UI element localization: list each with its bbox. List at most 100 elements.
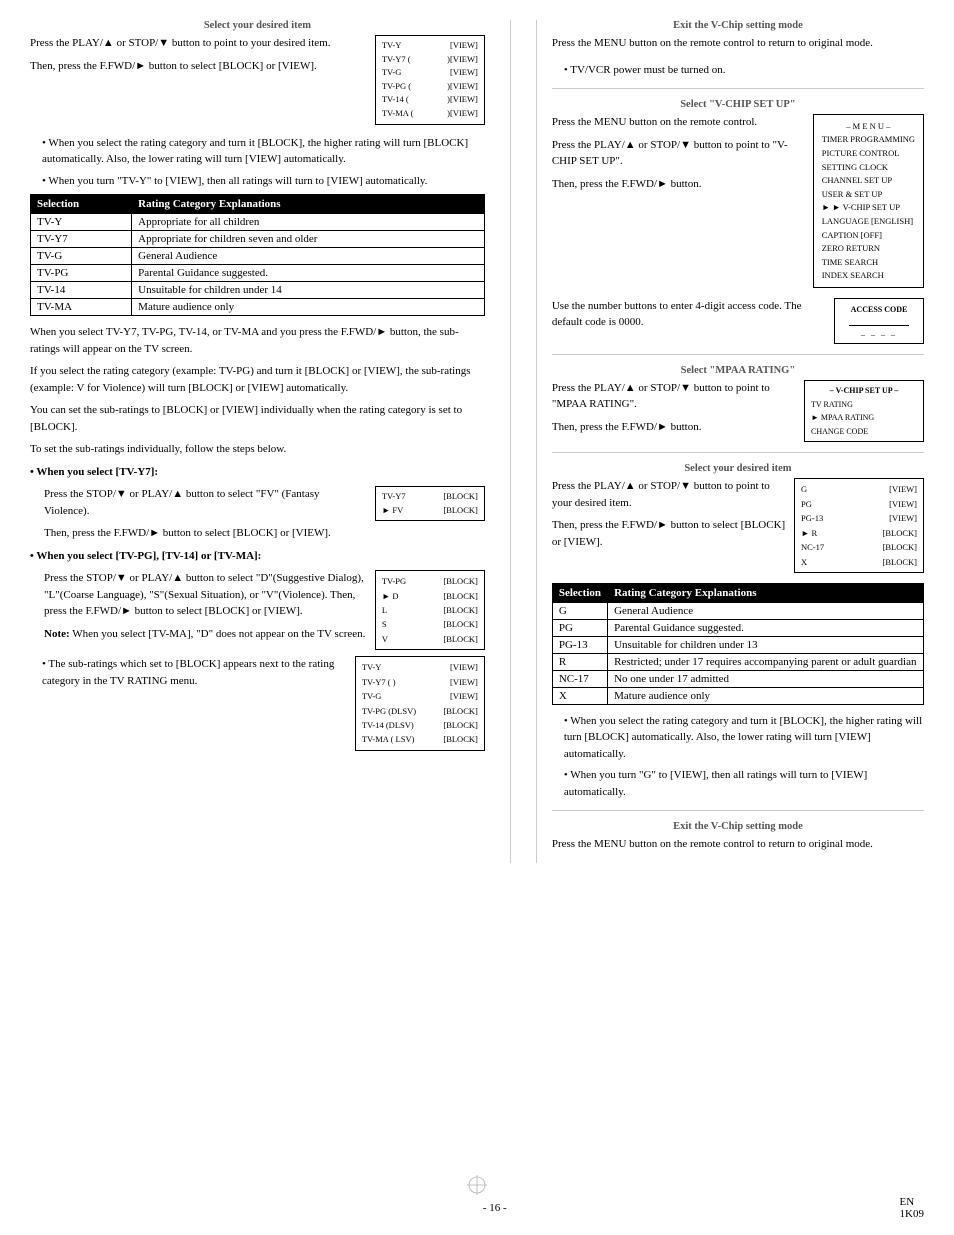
- table2-col2: Mature audience only: [608, 687, 924, 704]
- menu-title: – M E N U –: [822, 119, 915, 133]
- table2-col2: Parental Guidance suggested.: [608, 619, 924, 636]
- when-tvpg-p1: Press the STOP/▼ or PLAY/▲ button to sel…: [44, 570, 367, 620]
- table1-col2: Parental Guidance suggested.: [132, 265, 485, 282]
- table2-col1: G: [552, 602, 607, 619]
- table2-col2: Restricted; under 17 requires accompanyi…: [608, 653, 924, 670]
- divider4: [552, 810, 924, 811]
- menu-item: ZERO RETURN: [822, 242, 915, 256]
- table1-header-rating: Rating Category Explanations: [132, 195, 485, 214]
- select-vchip-p2: Press the PLAY/▲ or STOP/▼ button to poi…: [552, 137, 805, 170]
- select-vchip-section: Select "V-CHIP SET UP" Press the MENU bu…: [552, 99, 924, 288]
- exit2-p1: Press the MENU button on the remote cont…: [552, 836, 924, 853]
- para2: If you select the rating category (examp…: [30, 363, 485, 396]
- select-mpaa-p2: Then, press the F.FWD/► button.: [552, 419, 796, 436]
- select-desired-p2: Then, press the F.FWD/► button to select…: [30, 58, 367, 75]
- access-code-line: [849, 318, 909, 326]
- table-row: TV-G General Audience: [31, 248, 485, 265]
- lang-code: EN: [900, 1196, 915, 1208]
- note-label: Note:: [44, 628, 70, 640]
- exit-vchip-bottom: Exit the V-Chip setting mode Press the M…: [552, 821, 924, 853]
- table2-col2: No one under 17 admitted: [608, 670, 924, 687]
- table1-col1: TV-G: [31, 248, 132, 265]
- note-text: Note: When you select [TV-MA], "D" does …: [44, 626, 367, 643]
- lang-model: EN 1K09: [900, 1196, 924, 1220]
- select-desired-heading: Select your desired item: [30, 20, 485, 31]
- table2-header-rating: Rating Category Explanations: [608, 583, 924, 602]
- select-desired2-heading: Select your desired item: [552, 463, 924, 474]
- menu-item: TIME SEARCH: [822, 256, 915, 270]
- menu-item: SETTING CLOCK: [822, 161, 915, 175]
- select-desired2-p1: Press the PLAY/▲ or STOP/▼ button to poi…: [552, 478, 786, 511]
- para1: When you select TV-Y7, TV-PG, TV-14, or …: [30, 324, 485, 357]
- select-vchip-heading: Select "V-CHIP SET UP": [552, 99, 924, 110]
- table-row: NC-17 No one under 17 admitted: [552, 670, 923, 687]
- menu-item: CAPTION [OFF]: [822, 229, 915, 243]
- table-row: TV-Y Appropriate for all children: [31, 214, 485, 231]
- table1-col2: Mature audience only: [132, 299, 485, 316]
- table1-col2: General Audience: [132, 248, 485, 265]
- para3: You can set the sub-ratings to [BLOCK] o…: [30, 402, 485, 435]
- table1-col1: TV-Y: [31, 214, 132, 231]
- bullet2: When you turn "TV-Y" to [VIEW], then all…: [42, 173, 485, 190]
- crosshair-icon: [467, 1175, 487, 1195]
- divider2: [552, 354, 924, 355]
- menu-item: INDEX SEARCH: [822, 269, 915, 283]
- sub-ratings-bullet: The sub-ratings which set to [BLOCK] app…: [42, 656, 347, 689]
- select-vchip-p1: Press the MENU button on the remote cont…: [552, 114, 805, 131]
- menu-screen: – M E N U – TIMER PROGRAMMING PICTURE CO…: [813, 114, 924, 288]
- model-code: 1K09: [900, 1208, 924, 1220]
- desired2-screen: G[VIEW] PG[VIEW] PG-13[VIEW] ► R[BLOCK] …: [794, 478, 924, 573]
- main-content: Select your desired item Press the PLAY/…: [30, 20, 924, 863]
- screen-tvy7: TV-Y7[BLOCK] ► FV[BLOCK]: [375, 486, 485, 521]
- exit2-heading: Exit the V-Chip setting mode: [552, 821, 924, 832]
- table1-col1: TV-Y7: [31, 231, 132, 248]
- table-row: TV-Y7 Appropriate for children seven and…: [31, 231, 485, 248]
- table2-col2: General Audience: [608, 602, 924, 619]
- access-code-box: ACCESS CODE _ _ _ _: [834, 298, 924, 344]
- table2-col1: PG: [552, 619, 607, 636]
- select-desired-p1: Press the PLAY/▲ or STOP/▼ button to poi…: [30, 35, 367, 52]
- right-column: Exit the V-Chip setting mode Press the M…: [536, 20, 924, 863]
- access-code-section: Use the number buttons to enter 4-digit …: [552, 298, 924, 344]
- footer: - 16 - EN 1K09: [0, 1196, 954, 1220]
- table1-col1: TV-PG: [31, 265, 132, 282]
- access-code-placeholder: _ _ _ _: [845, 328, 913, 337]
- screen-large: TV-Y[VIEW] TV-Y7 ( )[VIEW] TV-G[VIEW] TV…: [355, 656, 485, 751]
- vertical-divider: [510, 20, 511, 863]
- table2-col2: Unsuitable for children under 13: [608, 636, 924, 653]
- table1-col2: Appropriate for all children: [132, 214, 485, 231]
- table-row: G General Audience: [552, 602, 923, 619]
- screen-tvpg: TV-PG[BLOCK] ► D[BLOCK] L[BLOCK] S[BLOCK…: [375, 570, 485, 650]
- exit-p1: Press the MENU button on the remote cont…: [552, 35, 924, 52]
- table2-header-selection: Selection: [552, 583, 607, 602]
- page-number: - 16 -: [483, 1202, 507, 1214]
- table-row: PG Parental Guidance suggested.: [552, 619, 923, 636]
- table-row: X Mature audience only: [552, 687, 923, 704]
- table-row: R Restricted; under 17 requires accompan…: [552, 653, 923, 670]
- when-tvy7-heading: • When you select [TV-Y7]:: [30, 464, 485, 481]
- table2-col1: R: [552, 653, 607, 670]
- select-desired-top: Select your desired item Press the PLAY/…: [30, 20, 485, 125]
- tvy7-section: Press the STOP/▼ or PLAY/▲ button to sel…: [44, 486, 485, 548]
- table1-col1: TV-14: [31, 282, 132, 299]
- table1-col2: Unsuitable for children under 14: [132, 282, 485, 299]
- table-row: PG-13 Unsuitable for children under 13: [552, 636, 923, 653]
- select-mpaa-p1: Press the PLAY/▲ or STOP/▼ button to poi…: [552, 380, 796, 413]
- table-row: TV-MA Mature audience only: [31, 299, 485, 316]
- table1-col2: Appropriate for children seven and older: [132, 231, 485, 248]
- bullet3: When you select the rating category and …: [564, 713, 924, 763]
- table-row: TV-PG Parental Guidance suggested.: [31, 265, 485, 282]
- menu-item: CHANNEL SET UP: [822, 174, 915, 188]
- tvpg-section: Press the STOP/▼ or PLAY/▲ button to sel…: [44, 570, 485, 650]
- left-column: Select your desired item Press the PLAY/…: [30, 20, 485, 863]
- select-vchip-p3: Then, press the F.FWD/► button.: [552, 176, 805, 193]
- when-tvy7-p1: Press the STOP/▼ or PLAY/▲ button to sel…: [44, 486, 367, 519]
- page: Select your desired item Press the PLAY/…: [0, 0, 954, 1235]
- menu-item: LANGUAGE [ENGLISH]: [822, 215, 915, 229]
- access-code-p1: Use the number buttons to enter 4-digit …: [552, 298, 826, 331]
- select-desired2-p2: Then, press the F.FWD/► button to select…: [552, 517, 786, 550]
- select-mpaa-section: Select "MPAA RATING" Press the PLAY/▲ or…: [552, 365, 924, 442]
- select-desired2-section: Select your desired item Press the PLAY/…: [552, 463, 924, 573]
- table2: Selection Rating Category Explanations G…: [552, 583, 924, 705]
- vchip-setup-screen: – V-CHIP SET UP – TV RATING ► MPAA RATIN…: [804, 380, 924, 442]
